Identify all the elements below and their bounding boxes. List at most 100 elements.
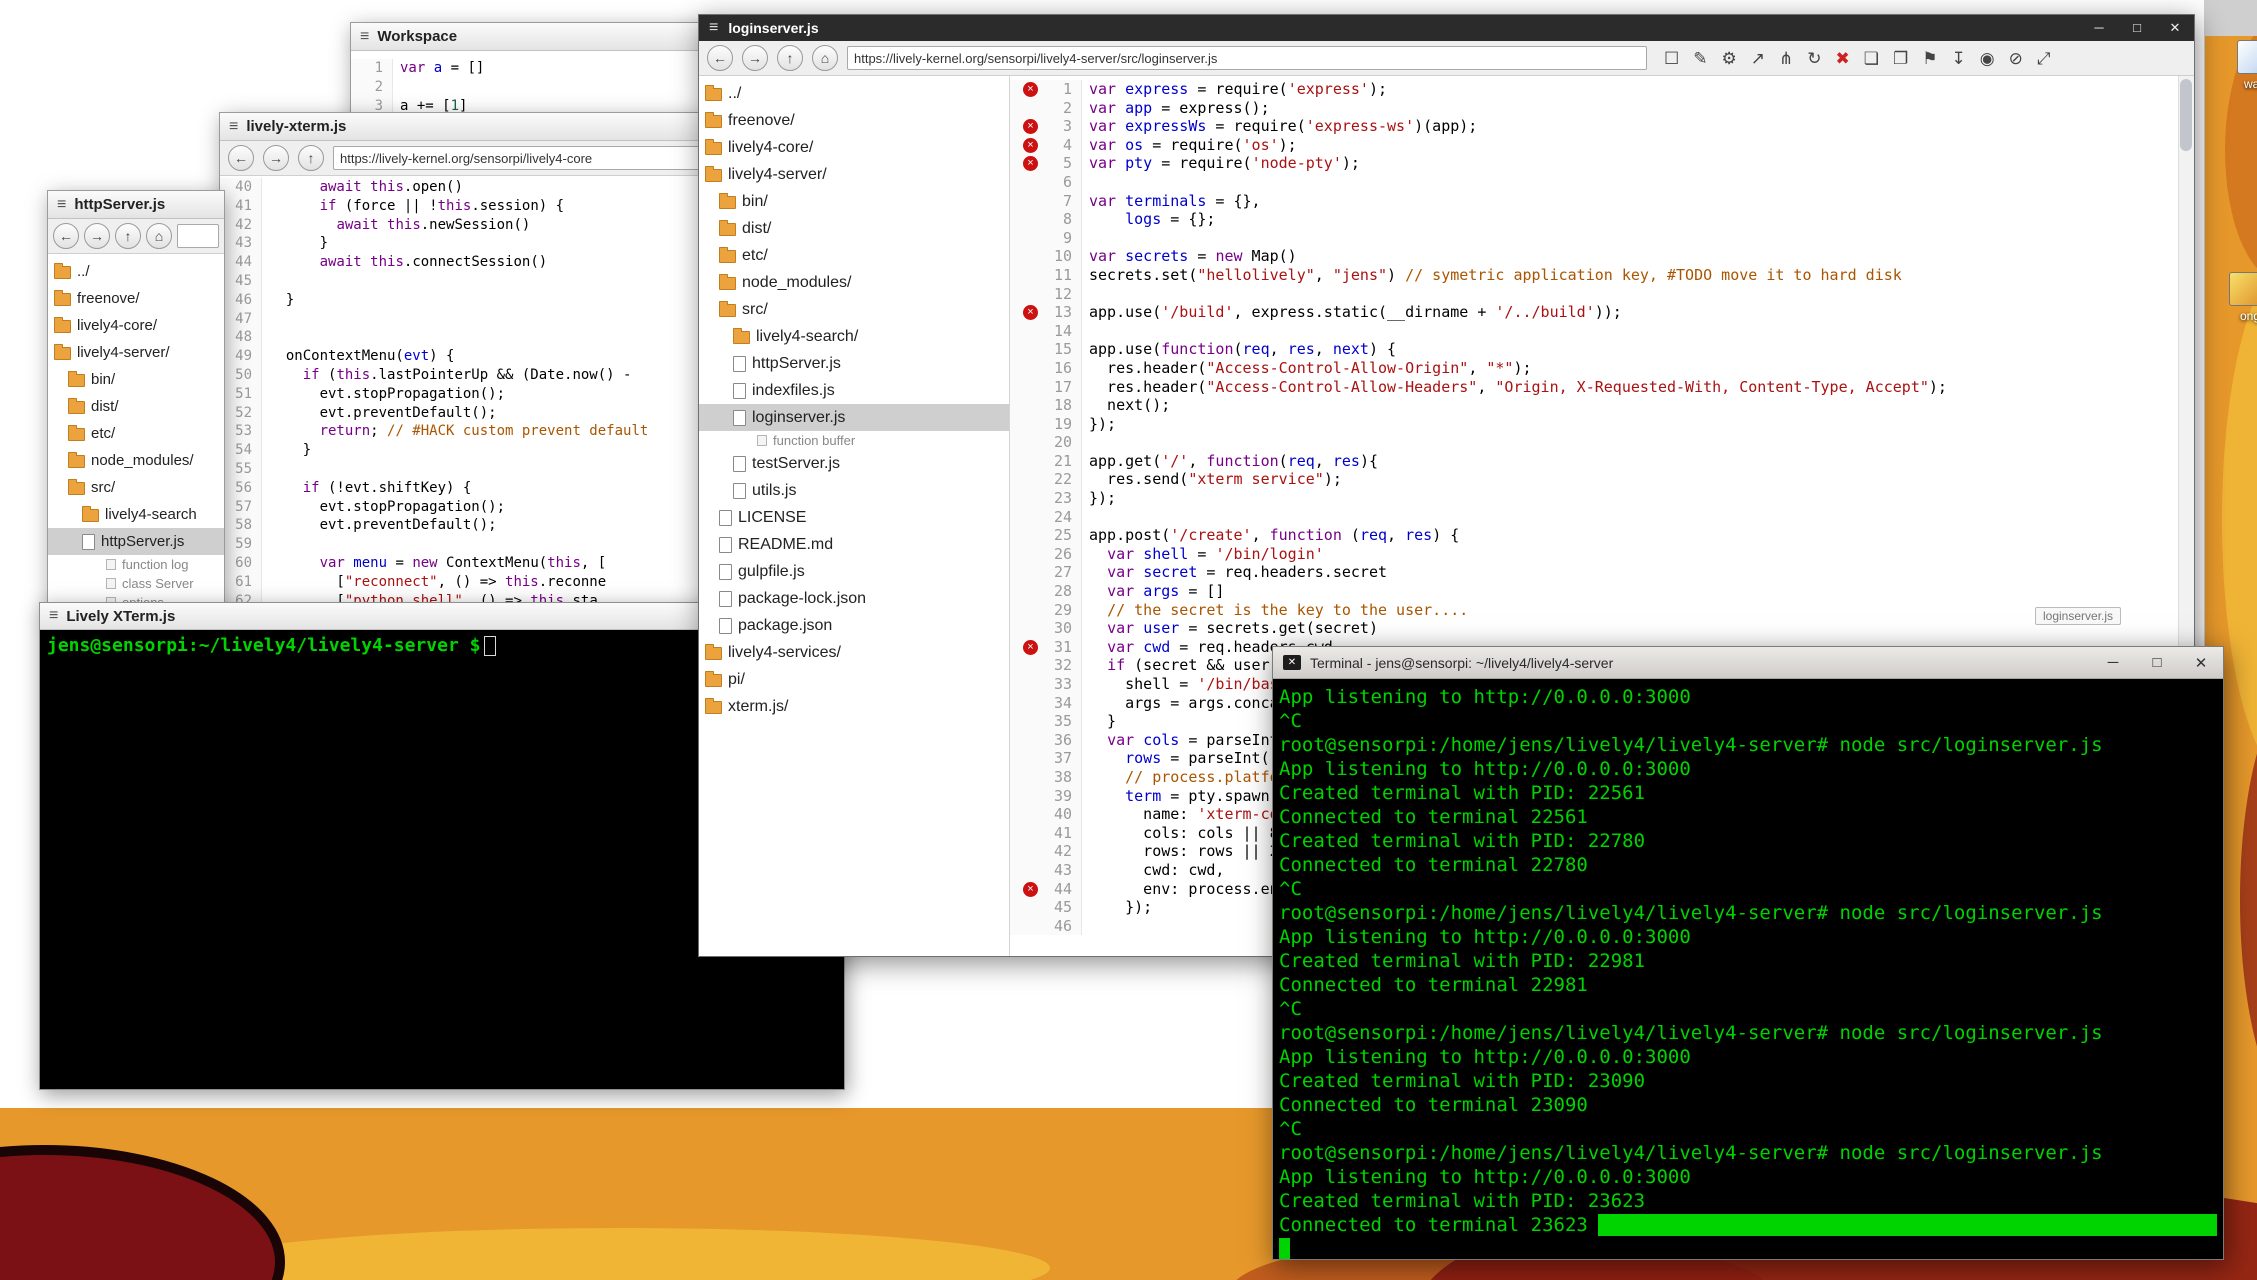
tree-item-src[interactable]: src/ xyxy=(699,296,1009,323)
back-button[interactable]: ← xyxy=(228,145,254,171)
terminal-screen[interactable]: App listening to http://0.0.0.0:3000^Cro… xyxy=(1273,679,2223,1259)
tree-item-lively4-server[interactable]: lively4-server/ xyxy=(699,161,1009,188)
menu-icon[interactable]: ≡ xyxy=(360,28,369,46)
tree-item-LICENSE[interactable]: LICENSE xyxy=(699,504,1009,531)
line-number: 12 xyxy=(1054,285,1072,304)
maximize-button[interactable]: □ xyxy=(2145,654,2169,672)
tree-item-..[interactable]: ../ xyxy=(699,80,1009,107)
window-title: lively-xterm.js xyxy=(246,118,346,135)
tree-item-bin[interactable]: bin/ xyxy=(48,366,224,393)
fullscreen-icon[interactable]: ⤢ xyxy=(2037,50,2051,67)
tree-item-package-lock.json[interactable]: package-lock.json xyxy=(699,585,1009,612)
lively-xterm-editor-window: ≡ lively-xterm.js ← → ↑ 40 await this.open… xyxy=(219,112,709,607)
open-external-icon[interactable]: ↗ xyxy=(1751,50,1765,67)
tree-item-pi[interactable]: pi/ xyxy=(699,666,1009,693)
scrollbar-thumb[interactable] xyxy=(2180,79,2192,151)
new-file-icon[interactable]: ❏ xyxy=(1864,50,1879,67)
save-icon[interactable]: ↧ xyxy=(1952,50,1966,67)
maximize-button[interactable]: □ xyxy=(2128,20,2146,36)
desktop-icon[interactable]: wase xyxy=(2222,40,2257,91)
workspace-titlebar[interactable]: ≡ Workspace xyxy=(351,23,709,51)
forward-button[interactable]: → xyxy=(84,223,110,249)
up-button[interactable]: ↑ xyxy=(777,45,803,71)
close-button[interactable]: ✕ xyxy=(2189,654,2213,672)
bookmark-flag-icon[interactable]: ⚑ xyxy=(1922,50,1937,67)
eye-icon[interactable]: ◉ xyxy=(1980,50,1995,67)
window-title: loginserver.js xyxy=(728,20,818,36)
tree-item-lively4-core[interactable]: lively4-core/ xyxy=(48,312,224,339)
menu-icon[interactable]: ≡ xyxy=(49,607,58,625)
up-button[interactable]: ↑ xyxy=(115,223,141,249)
back-button[interactable]: ← xyxy=(707,45,733,71)
close-button[interactable]: ✕ xyxy=(2166,20,2184,36)
line-number: 37 xyxy=(1054,749,1072,768)
tree-sub-item[interactable]: function log xyxy=(48,555,224,574)
tree-item-freenove[interactable]: freenove/ xyxy=(48,285,224,312)
terminal-line: ^C xyxy=(1279,1117,2217,1141)
tree-item-lively4-search[interactable]: lively4-search/ xyxy=(699,323,1009,350)
tree-item-dist[interactable]: dist/ xyxy=(699,215,1009,242)
desktop-icon[interactable]: ong xyxy=(2214,272,2257,323)
code-line: 42 await this.newSession() xyxy=(220,216,708,235)
tree-item-bin[interactable]: bin/ xyxy=(699,188,1009,215)
tree-item-loginserver.js[interactable]: loginserver.js xyxy=(699,404,1009,431)
brush-icon[interactable]: ✎ xyxy=(1693,50,1707,67)
home-button[interactable]: ⌂ xyxy=(146,223,172,249)
menu-icon[interactable]: ≡ xyxy=(709,19,718,37)
code-line: ×4var os = require('os'); xyxy=(1010,136,2179,155)
url-input[interactable] xyxy=(333,146,700,170)
tree-item-httpServer.js[interactable]: httpServer.js xyxy=(48,528,224,555)
tree-sub-item[interactable]: class Server xyxy=(48,574,224,593)
tree-item-indexfiles.js[interactable]: indexfiles.js xyxy=(699,377,1009,404)
tree-item-httpServer.js[interactable]: httpServer.js xyxy=(699,350,1009,377)
tree-item-freenove[interactable]: freenove/ xyxy=(699,107,1009,134)
tree-item-etc[interactable]: etc/ xyxy=(699,242,1009,269)
tree-item-nodemodules[interactable]: node_modules/ xyxy=(48,447,224,474)
reload-icon[interactable]: ↻ xyxy=(1807,50,1821,67)
tree-item-nodemodules[interactable]: node_modules/ xyxy=(699,269,1009,296)
forward-button[interactable]: → xyxy=(263,145,289,171)
line-number: 3 xyxy=(1063,117,1072,136)
line-number: 40 xyxy=(1054,805,1072,824)
url-input[interactable] xyxy=(847,46,1647,70)
tree-item-package.json[interactable]: package.json xyxy=(699,612,1009,639)
menu-icon[interactable]: ≡ xyxy=(229,118,238,136)
delete-icon[interactable]: ✖ xyxy=(1836,50,1850,67)
tree-item-gulpfile.js[interactable]: gulpfile.js xyxy=(699,558,1009,585)
tree-item-README.md[interactable]: README.md xyxy=(699,531,1009,558)
tree-item-src[interactable]: src/ xyxy=(48,474,224,501)
httpserver-titlebar[interactable]: ≡ httpServer.js xyxy=(48,191,224,219)
tree-item-dist[interactable]: dist/ xyxy=(48,393,224,420)
tree-item-lively4-services[interactable]: lively4-services/ xyxy=(699,639,1009,666)
browser-titlebar[interactable]: ≡ loginserver.js ─ □ ✕ xyxy=(699,15,2194,41)
select-checkbox[interactable]: ☐ xyxy=(1664,50,1679,67)
lively-xterm-code-editor[interactable]: 40 await this.open()41 if (force || !thi… xyxy=(220,176,708,606)
menu-icon[interactable]: ≡ xyxy=(57,196,66,214)
cancel-icon[interactable]: ⊘ xyxy=(2009,50,2023,67)
lively-xterm-titlebar[interactable]: ≡ lively-xterm.js xyxy=(220,113,708,141)
up-button[interactable]: ↑ xyxy=(298,145,324,171)
folder-icon xyxy=(719,250,736,263)
terminal-titlebar[interactable]: ✕ Terminal - jens@sensorpi: ~/lively4/li… xyxy=(1273,647,2223,679)
tree-item-xterm.js[interactable]: xterm.js/ xyxy=(699,693,1009,720)
code-line: 9 xyxy=(1010,229,2179,248)
tree-item-testServer.js[interactable]: testServer.js xyxy=(699,450,1009,477)
folder-icon xyxy=(82,509,99,522)
back-button[interactable]: ← xyxy=(53,223,79,249)
tree-item-lively4-search[interactable]: lively4-search xyxy=(48,501,224,528)
tree-item-utils.js[interactable]: utils.js xyxy=(699,477,1009,504)
url-input[interactable] xyxy=(177,224,219,248)
home-button[interactable]: ⌂ xyxy=(812,45,838,71)
dependencies-graph-icon[interactable]: ⋔ xyxy=(1779,50,1793,67)
tree-sub-item[interactable]: function buffer xyxy=(699,431,1009,450)
minimize-button[interactable]: ─ xyxy=(2090,20,2108,36)
minimize-button[interactable]: ─ xyxy=(2101,654,2125,672)
settings-gears-icon[interactable]: ⚙ xyxy=(1722,50,1737,67)
folder-icon[interactable]: ❐ xyxy=(1893,50,1908,67)
error-marker-icon: × xyxy=(1023,138,1038,153)
tree-item-lively4-server[interactable]: lively4-server/ xyxy=(48,339,224,366)
forward-button[interactable]: → xyxy=(742,45,768,71)
tree-item-etc[interactable]: etc/ xyxy=(48,420,224,447)
tree-item-lively4-core[interactable]: lively4-core/ xyxy=(699,134,1009,161)
tree-item-..[interactable]: ../ xyxy=(48,258,224,285)
